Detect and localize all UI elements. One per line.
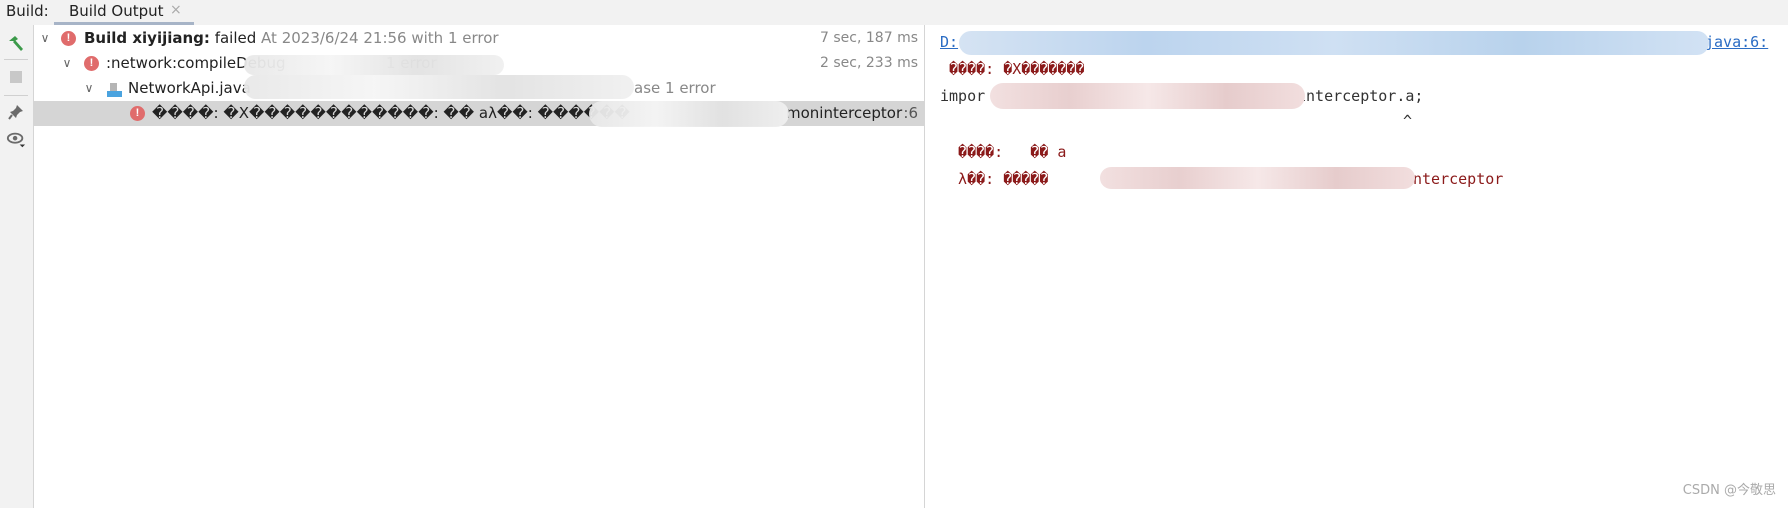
redaction xyxy=(990,83,1305,109)
console-line-4-prefix: λ��: ����� xyxy=(940,170,1049,188)
stop-icon[interactable] xyxy=(6,67,26,87)
java-file-icon xyxy=(106,81,122,97)
eye-icon[interactable] xyxy=(6,130,26,150)
chevron-down-icon[interactable]: ∨ xyxy=(38,26,52,51)
error-icon: ! xyxy=(130,106,145,121)
build-status: failed xyxy=(214,29,257,47)
tree-row-build[interactable]: ∨ ! Build xiyijiang: failed At 2023/6/24… xyxy=(34,26,924,51)
tab-build-output[interactable]: Build Output × xyxy=(54,0,194,25)
error-line: :6 xyxy=(903,104,918,122)
close-icon[interactable]: × xyxy=(170,2,182,18)
build-time: 7 sec, 187 ms xyxy=(820,30,918,46)
file-detail: ase 1 error xyxy=(634,79,716,97)
console-line-2-prefix: impor xyxy=(940,87,986,105)
caret-marker: ^ xyxy=(1403,112,1413,130)
tab-build-output-label: Build Output xyxy=(69,2,164,20)
hammer-icon[interactable] xyxy=(6,33,26,53)
error-icon: ! xyxy=(61,31,76,46)
error-icon: ! xyxy=(84,56,99,71)
file-title: NetworkApi.java xyxy=(128,79,251,97)
error-message: ����: �X������������: �� aλ��: ������ xyxy=(152,104,630,122)
console-line-4-suffix: nterceptor xyxy=(1413,170,1504,188)
chevron-down-icon[interactable]: ∨ xyxy=(60,51,74,76)
console-output: D: java:6: ����: �X������� impor interce… xyxy=(925,25,1788,508)
redaction xyxy=(244,55,504,75)
source-link[interactable]: D: xyxy=(940,33,958,51)
toolbar-separator xyxy=(4,59,28,60)
error-suffix: moninterceptor xyxy=(786,104,903,122)
build-title: Build xiyijiang: xyxy=(84,29,210,47)
console-line-2-suffix: interceptor.a; xyxy=(1297,87,1424,105)
build-detail: At 2023/6/24 21:56 with 1 error xyxy=(261,29,499,47)
task-time: 2 sec, 233 ms xyxy=(820,55,918,71)
console-line-1: ����: �X������� xyxy=(940,60,1085,78)
redaction xyxy=(1100,167,1415,189)
tree-row-error[interactable]: ! ����: �X������������: �� aλ��: ������ … xyxy=(34,101,924,126)
toolbar-separator xyxy=(4,95,28,96)
watermark: CSDN @今敬思 xyxy=(1682,483,1776,498)
chevron-down-icon[interactable]: ∨ xyxy=(82,76,96,101)
build-tree: ∨ ! Build xiyijiang: failed At 2023/6/24… xyxy=(34,25,925,508)
redaction xyxy=(959,31,1709,55)
source-link-line[interactable]: java:6: xyxy=(1705,33,1768,51)
console-line-3: ����: �� a xyxy=(940,143,1067,161)
pin-icon[interactable] xyxy=(6,102,26,122)
build-toolbar xyxy=(0,25,34,508)
redaction xyxy=(589,101,789,127)
build-label: Build: xyxy=(6,2,49,20)
redaction xyxy=(244,75,634,99)
tool-window-header: Build: Build Output × xyxy=(0,0,1788,25)
